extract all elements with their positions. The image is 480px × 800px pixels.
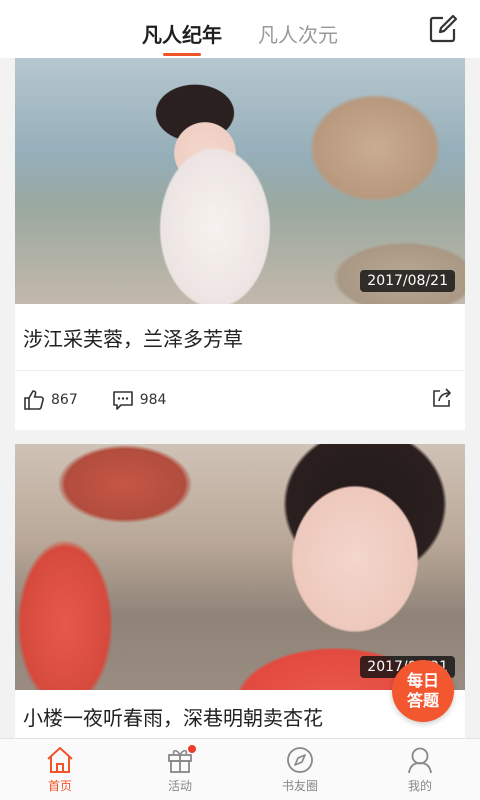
daily-quiz-line1: 每日 xyxy=(406,671,439,690)
comment-icon xyxy=(112,391,133,410)
user-icon xyxy=(408,747,432,773)
top-bar: 凡人纪年 凡人次元 xyxy=(0,0,480,58)
nav-activity-label: 活动 xyxy=(167,778,192,793)
nav-profile-label: 我的 xyxy=(407,778,432,793)
nav-book-circle[interactable]: 书友圈 xyxy=(240,739,360,800)
bottom-nav: 首页 活动 书友圈 我的 xyxy=(0,738,480,800)
tab-fanren-ciyuan[interactable]: 凡人次元 xyxy=(258,0,338,58)
like-count: 867 xyxy=(51,392,78,408)
portrait-image xyxy=(15,444,465,690)
feed-photo[interactable]: 2017/08/21 xyxy=(15,444,465,690)
notification-dot xyxy=(188,745,196,753)
nav-profile[interactable]: 我的 xyxy=(360,739,480,800)
daily-quiz-button[interactable]: 每日 答题 xyxy=(392,660,454,722)
header-tabs: 凡人纪年 凡人次元 xyxy=(142,0,338,58)
feed-card[interactable]: 2017/08/21 涉江采芙蓉，兰泽多芳草 867 984 xyxy=(15,58,465,430)
daily-quiz-line2: 答题 xyxy=(406,691,439,710)
home-icon xyxy=(47,746,73,773)
tab-fanren-jinian[interactable]: 凡人纪年 xyxy=(142,0,222,58)
compass-icon xyxy=(287,746,313,773)
nav-activity[interactable]: 活动 xyxy=(120,739,240,800)
feed-photo[interactable]: 2017/08/21 xyxy=(15,58,465,304)
share-button[interactable] xyxy=(431,387,453,413)
comment-count: 984 xyxy=(139,392,167,408)
nav-home-label: 首页 xyxy=(47,778,72,793)
nav-home[interactable]: 首页 xyxy=(0,739,120,800)
date-badge: 2017/08/21 xyxy=(360,270,455,292)
portrait-image xyxy=(15,58,465,304)
like-button[interactable]: 867 xyxy=(23,389,78,411)
thumbs-up-icon xyxy=(24,390,44,410)
edit-square-icon xyxy=(429,14,458,43)
nav-book-circle-label: 书友圈 xyxy=(281,778,318,793)
feed-title[interactable]: 涉江采芙蓉，兰泽多芳草 xyxy=(15,304,465,370)
edit-button[interactable] xyxy=(428,14,458,44)
feed-actions: 867 984 xyxy=(15,371,465,429)
share-icon xyxy=(433,388,451,407)
comment-button[interactable]: 984 xyxy=(112,389,167,411)
